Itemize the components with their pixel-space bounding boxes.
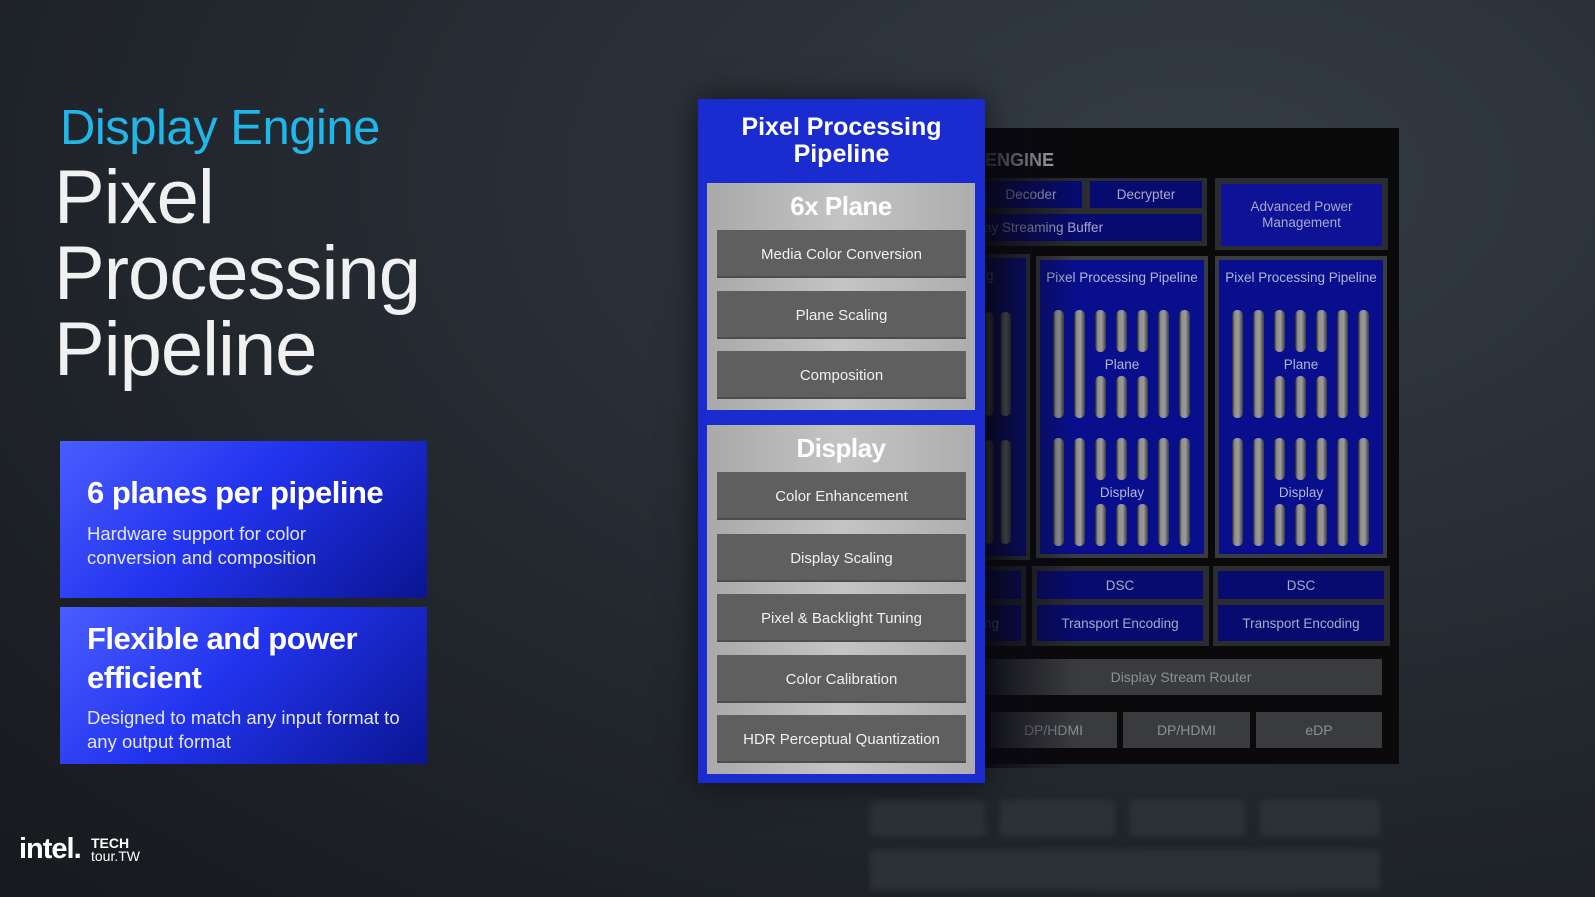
pipeline-bar <box>1337 438 1348 546</box>
pipeline-bar <box>1074 310 1085 418</box>
port-dp-hdmi-2: DP/HDMI <box>1123 712 1250 748</box>
pipeline-bar <box>1095 310 1106 352</box>
title-line: Processing <box>54 231 421 316</box>
stage-block: Pixel & Backlight Tuning <box>717 594 966 642</box>
pipeline-bar <box>1095 504 1106 546</box>
feature-heading: Flexible and power efficient <box>87 621 358 695</box>
pipeline-bar <box>1253 310 1264 418</box>
pipeline-bar <box>1074 438 1085 546</box>
feature-heading: 6 planes per pipeline <box>87 475 384 510</box>
pipeline-bar <box>1274 310 1285 352</box>
pipeline-bar <box>1316 376 1327 418</box>
pipeline-bar <box>1358 438 1369 546</box>
pipeline-bar <box>1158 438 1169 546</box>
feature-card-flexible: Flexible and power efficient Designed to… <box>60 607 427 764</box>
pipeline-bar <box>1137 504 1148 546</box>
pipeline-bar <box>1316 310 1327 352</box>
feature-body: Hardware support for color conversion an… <box>87 523 317 568</box>
feature-body: Designed to match any input format to an… <box>87 707 400 752</box>
stage-block: Plane Scaling <box>717 291 966 339</box>
stage-block: Media Color Conversion <box>717 230 966 278</box>
pipeline-bar <box>1095 376 1106 418</box>
reflection-block <box>1000 800 1115 836</box>
dsc-block: DSC <box>1218 571 1384 599</box>
decrypter-block: Decrypter <box>1090 181 1202 208</box>
title-line: Pixel <box>54 155 215 240</box>
reflection-block <box>870 800 985 836</box>
pipeline-bar <box>1137 310 1148 352</box>
pipeline-bar <box>1316 438 1327 480</box>
reflection-block <box>1260 800 1380 836</box>
pipeline-bar <box>1232 310 1243 418</box>
pipeline-title: Pixel Processing Pipeline <box>1225 270 1377 285</box>
stage-block: Composition <box>717 351 966 399</box>
reflection-block <box>870 850 1380 890</box>
stage-block: Display Scaling <box>717 534 966 582</box>
display-section: Display Color Enhancement Display Scalin… <box>707 425 975 774</box>
display-section-heading: Display <box>796 433 887 463</box>
stage-block: Color Enhancement <box>717 472 966 520</box>
title-line: Pipeline <box>54 307 317 392</box>
stage-block: Color Calibration <box>717 655 966 703</box>
shadow-gradient <box>985 128 1075 768</box>
pipeline-bar <box>1137 376 1148 418</box>
intel-logo: intel. <box>19 833 82 865</box>
pipeline-bar <box>1116 376 1127 418</box>
feature-card-planes: 6 planes per pipeline Hardware support f… <box>60 441 427 598</box>
pipeline-bar <box>1179 310 1190 418</box>
reflection-block <box>1130 800 1245 836</box>
pipeline-bar <box>1337 310 1348 418</box>
pipeline-bar <box>1253 438 1264 546</box>
techtour-logo: TECH tour.TW <box>91 836 141 864</box>
port-edp: eDP <box>1256 712 1382 748</box>
pipeline-bar <box>1095 438 1106 480</box>
pipeline-bar <box>1316 504 1327 546</box>
pipeline-bar <box>1358 310 1369 418</box>
pipeline-bar <box>1295 438 1306 480</box>
pipeline-bar <box>1116 438 1127 480</box>
transport-encoding-block: Transport Encoding <box>1218 605 1384 641</box>
pipeline-bar <box>1295 376 1306 418</box>
slide-kicker: Display Engine <box>60 101 380 155</box>
pipeline-bar <box>1158 310 1169 418</box>
pipeline-bar <box>1274 438 1285 480</box>
plane-section: 6x Plane Media Color Conversion Plane Sc… <box>707 183 975 410</box>
pipeline-bar <box>1295 504 1306 546</box>
techtour-line2: tour.TW <box>91 848 141 864</box>
pipeline-bar <box>1116 504 1127 546</box>
plane-section-heading: 6x Plane <box>790 191 892 221</box>
pipeline-bar <box>1137 438 1148 480</box>
slide-title: Pixel Processing Pipeline <box>54 155 421 392</box>
power-management-block: Advanced Power Management <box>1221 184 1382 246</box>
pipeline-bar <box>1274 504 1285 546</box>
pipeline-bar <box>1232 438 1243 546</box>
stage-block: HDR Perceptual Quantization <box>717 715 966 763</box>
pipeline-bar <box>1116 310 1127 352</box>
pipeline-bar <box>1274 376 1285 418</box>
pipeline-bar <box>1295 310 1306 352</box>
pixel-pipeline-title: Pixel Processing Pipeline <box>741 113 942 168</box>
pipeline-bar <box>1179 438 1190 546</box>
